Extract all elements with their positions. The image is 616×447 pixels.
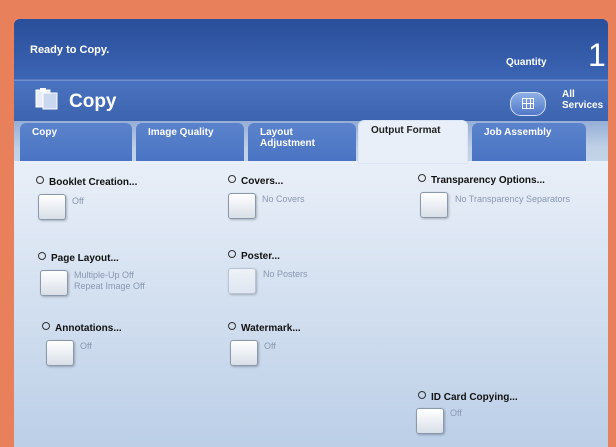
poster-value: No Posters <box>263 269 308 279</box>
status-bar: Ready to Copy. Quantity 1 <box>14 19 608 79</box>
touchscreen: Ready to Copy. Quantity 1 Copy All Servi… <box>14 19 608 447</box>
status-message: Ready to Copy. <box>30 44 110 56</box>
annotations-value: Off <box>80 341 92 351</box>
transparency-options-value: No Transparency Separators <box>455 194 571 204</box>
copy-icon <box>35 88 58 110</box>
poster-label[interactable]: Poster... <box>228 250 280 262</box>
grid-icon <box>522 98 534 109</box>
tab-job-assembly[interactable]: Job Assembly <box>472 123 586 161</box>
page-layout-label[interactable]: Page Layout... <box>38 252 119 264</box>
page-title: Copy <box>69 91 117 112</box>
booklet-creation-label[interactable]: Booklet Creation... <box>36 176 137 188</box>
tab-layout-adjustment[interactable]: Layout Adjustment <box>248 123 356 161</box>
radio-icon <box>42 322 50 330</box>
all-services-button[interactable] <box>510 92 546 116</box>
covers-value: No Covers <box>262 194 305 204</box>
id-card-copying-label[interactable]: ID Card Copying... <box>418 391 518 403</box>
radio-icon <box>228 250 236 258</box>
radio-icon <box>228 175 236 183</box>
booklet-creation-button[interactable] <box>38 194 66 220</box>
radio-icon <box>418 174 426 182</box>
id-card-copying-value: Off <box>450 408 462 418</box>
transparency-options-button[interactable] <box>420 192 448 218</box>
annotations-label[interactable]: Annotations... <box>42 322 122 334</box>
covers-button[interactable] <box>228 193 256 219</box>
booklet-creation-value: Off <box>72 196 84 206</box>
id-card-copying-button[interactable] <box>416 408 444 434</box>
transparency-options-label[interactable]: Transparency Options... <box>418 174 545 186</box>
all-services-label[interactable]: All Services <box>562 89 603 111</box>
annotations-button[interactable] <box>46 340 74 366</box>
radio-icon <box>228 322 236 330</box>
watermark-button[interactable] <box>230 340 258 366</box>
page-layout-value: Multiple-Up Off Repeat Image Off <box>74 270 145 291</box>
covers-label[interactable]: Covers... <box>228 175 283 187</box>
quantity-value[interactable]: 1 <box>588 37 606 74</box>
radio-icon <box>36 176 44 184</box>
tab-image-quality[interactable]: Image Quality <box>136 123 244 161</box>
page-layout-button[interactable] <box>40 270 68 296</box>
radio-icon <box>38 252 46 260</box>
radio-icon <box>418 391 426 399</box>
watermark-value: Off <box>264 341 276 351</box>
watermark-label[interactable]: Watermark... <box>228 322 301 334</box>
tab-output-format[interactable]: Output Format <box>358 120 468 164</box>
poster-button[interactable] <box>228 268 256 294</box>
quantity-label: Quantity <box>506 57 547 68</box>
tab-copy[interactable]: Copy <box>20 123 132 161</box>
